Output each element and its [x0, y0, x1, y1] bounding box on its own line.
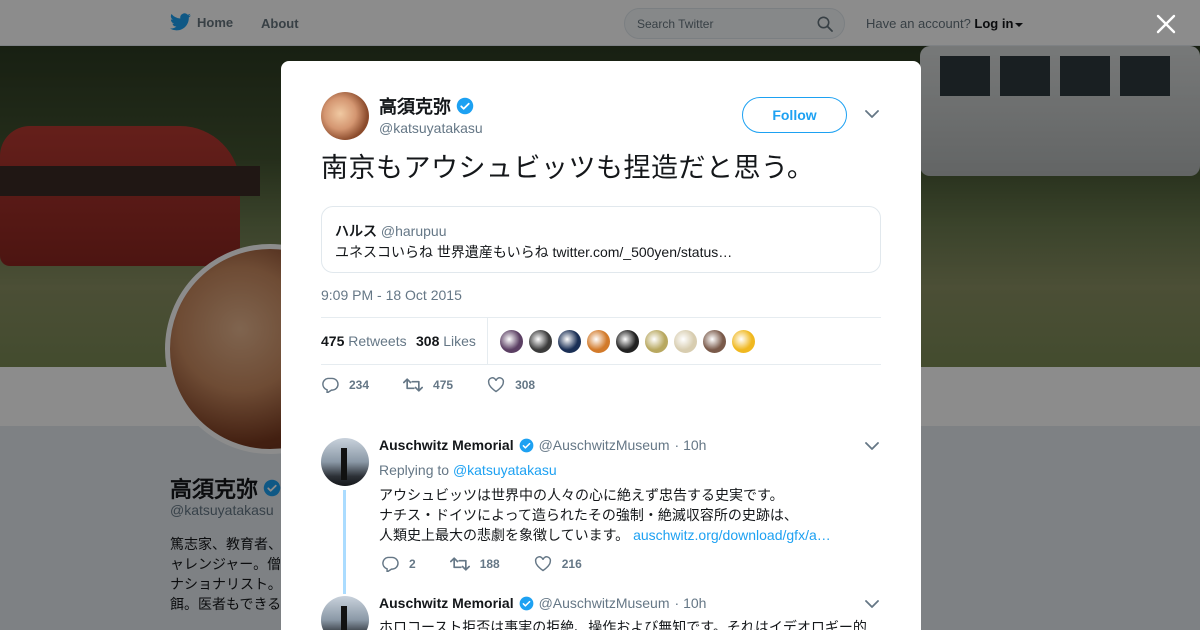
reply-count: 2: [409, 557, 416, 571]
tweet-stats: 475 Retweets 308 Likes: [321, 317, 881, 365]
retweet-action[interactable]: 475: [403, 377, 453, 393]
liker-avatar[interactable]: [528, 329, 553, 354]
quoted-tweet-text: ユネスコいらね 世界遺産もいらね twitter.com/_500yen/sta…: [335, 244, 733, 260]
reply-time[interactable]: · 10h: [675, 595, 707, 611]
tweet-author-handle[interactable]: @katsuyatakasu: [379, 120, 483, 136]
liker-avatar[interactable]: [586, 329, 611, 354]
retweet-icon: [449, 557, 470, 571]
like-action[interactable]: 308: [487, 377, 535, 393]
verified-badge-icon: [519, 596, 533, 610]
reply-icon: [322, 377, 339, 393]
quoted-author-name: ハルス: [335, 223, 377, 239]
chevron-down-icon[interactable]: [865, 109, 879, 119]
liker-avatar[interactable]: [731, 329, 756, 354]
like-count: 308: [515, 378, 536, 392]
tweet-modal: 高須克弥 @katsuyatakasu Follow 南京もアウシュビッツも捏造…: [281, 61, 921, 630]
reply-link[interactable]: auschwitz.org/download/gfx/a…: [633, 527, 831, 543]
like-count: 216: [561, 557, 582, 571]
reply-actions: 2 188 216: [381, 556, 616, 572]
liker-avatar[interactable]: [702, 329, 727, 354]
reply-icon: [382, 556, 399, 572]
reply-time[interactable]: · 10h: [675, 437, 707, 453]
reply-author-avatar[interactable]: [321, 438, 369, 486]
replying-to-prefix: Replying to: [379, 462, 450, 478]
likes-stat-label: Likes: [443, 333, 476, 349]
reply-header: Auschwitz Memorial @AuschwitzMuseum · 10…: [379, 437, 706, 453]
heart-icon: [534, 556, 551, 572]
quoted-tweet-header: ハルス @harupuu: [335, 221, 446, 241]
verified-badge-icon: [519, 438, 533, 452]
like-action[interactable]: 216: [534, 556, 582, 572]
liker-avatar[interactable]: [673, 329, 698, 354]
retweet-icon: [403, 378, 424, 392]
reply-action[interactable]: 2: [381, 556, 416, 572]
reply-header: Auschwitz Memorial @AuschwitzMuseum · 10…: [379, 595, 706, 611]
reply-text-line: 人類史上最大の悲劇を象徴しています。 auschwitz.org/downloa…: [379, 525, 831, 545]
thread-line: [343, 490, 346, 594]
reply-author-name[interactable]: Auschwitz Memorial: [379, 595, 514, 611]
retweet-action[interactable]: 188: [449, 556, 500, 572]
quoted-tweet[interactable]: ハルス @harupuu ユネスコいらね 世界遺産もいらね twitter.co…: [321, 206, 881, 273]
reply-author-avatar[interactable]: [321, 596, 369, 630]
tweet-timestamp[interactable]: 9:09 PM - 18 Oct 2015: [321, 287, 462, 303]
follow-button[interactable]: Follow: [742, 97, 847, 133]
retweet-count: 475: [433, 378, 454, 392]
replying-to: Replying to @katsuyatakasu: [379, 462, 557, 478]
retweets-stat[interactable]: 475 Retweets: [321, 333, 407, 349]
reply-text: ホロコースト拒否は事実の拒絶、操作および無知です。それはイデオロギー的: [379, 619, 867, 630]
tweet-actions: 234 475 308: [321, 375, 569, 395]
verified-badge-icon: [456, 97, 474, 115]
close-icon[interactable]: [1154, 12, 1178, 36]
liker-avatar[interactable]: [644, 329, 669, 354]
liker-avatars: [499, 329, 760, 354]
reply-author-name[interactable]: Auschwitz Memorial: [379, 437, 514, 453]
reply-text-line: アウシュビッツは世界中の人々の心に絶えず忠告する史実です。: [379, 487, 784, 503]
tweet-author-name[interactable]: 高須克弥: [379, 93, 474, 119]
liker-avatar[interactable]: [615, 329, 640, 354]
replying-to-link[interactable]: @katsuyatakasu: [453, 462, 557, 478]
reply-author-handle[interactable]: @AuschwitzMuseum: [539, 595, 670, 611]
reply-action[interactable]: 234: [321, 377, 369, 393]
reply-text: アウシュビッツは世界中の人々の心に絶えず忠告する史実です。 ナチス・ドイツによっ…: [379, 485, 831, 545]
heart-icon: [487, 377, 505, 393]
tweet-text: 南京もアウシュビッツも捏造だと思う。: [321, 153, 815, 184]
reply-author-handle[interactable]: @AuschwitzMuseum: [539, 437, 670, 453]
retweets-count: 475: [321, 333, 345, 349]
likes-count: 308: [416, 333, 440, 349]
liker-avatar[interactable]: [557, 329, 582, 354]
tweet-author-avatar[interactable]: [321, 92, 369, 140]
reply-text-line-3: 人類史上最大の悲劇を象徴しています。: [379, 527, 630, 543]
chevron-down-icon[interactable]: [865, 441, 879, 451]
quoted-author-handle: @harupuu: [380, 223, 447, 239]
reply-count: 234: [349, 378, 370, 392]
tweet-author-name-text: 高須克弥: [379, 97, 451, 117]
chevron-down-icon[interactable]: [865, 599, 879, 609]
likes-stat[interactable]: 308 Likes: [416, 333, 476, 349]
retweet-count: 188: [479, 557, 500, 571]
retweets-stat-label: Retweets: [348, 333, 407, 349]
reply-text-line: ナチス・ドイツによって造られたその強制・絶滅収容所の史跡は、: [379, 507, 798, 523]
stats-divider: [487, 318, 488, 364]
liker-avatar[interactable]: [499, 329, 524, 354]
